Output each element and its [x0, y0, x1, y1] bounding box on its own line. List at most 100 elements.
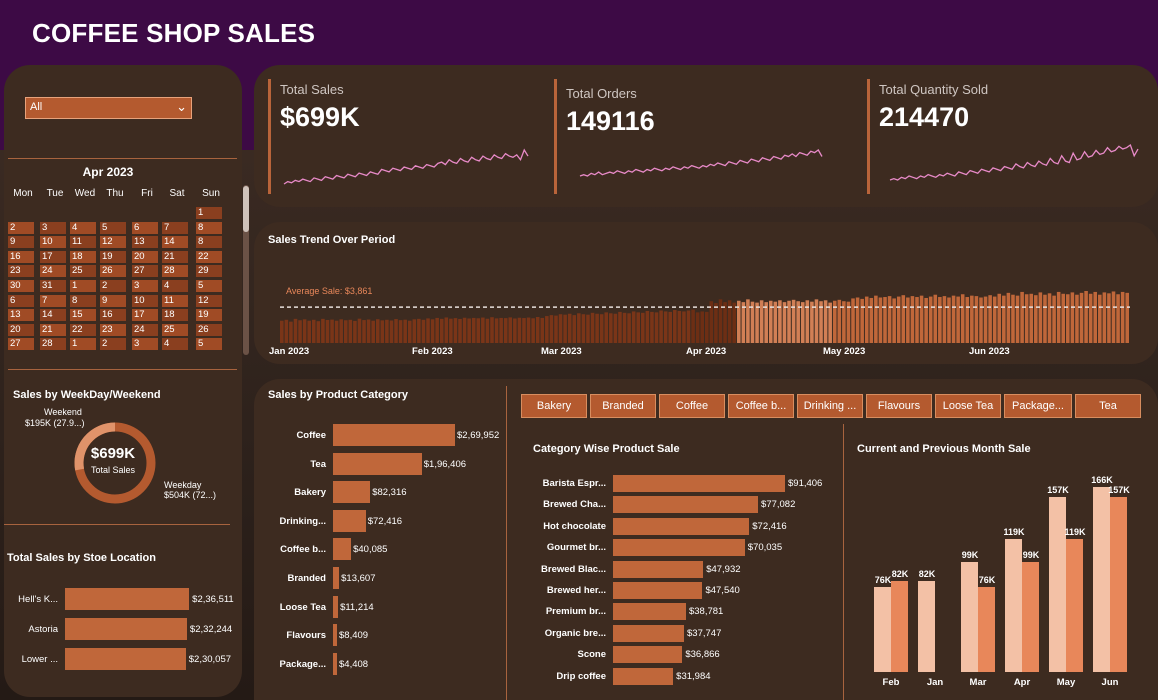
calendar-day[interactable]: 3 — [40, 221, 66, 234]
product-tab[interactable]: Tea — [1075, 394, 1141, 418]
category-product-bar — [613, 582, 703, 599]
calendar-day[interactable]: 16 — [8, 250, 34, 263]
calendar-day[interactable]: 20 — [132, 250, 158, 263]
calendar-day[interactable]: 5 — [100, 221, 126, 234]
calendar-day[interactable]: 9 — [8, 236, 34, 249]
calendar-day[interactable]: 27 — [132, 265, 158, 278]
calendar-day[interactable]: 7 — [40, 294, 66, 307]
calendar-day[interactable]: 18 — [70, 250, 96, 263]
month-curr-value: 119K — [1064, 527, 1086, 538]
calendar-day[interactable]: 9 — [100, 294, 126, 307]
product-tab[interactable]: Coffee — [659, 394, 725, 418]
calendar-day[interactable]: 22 — [196, 250, 222, 263]
calendar-day[interactable]: 8 — [196, 236, 222, 249]
trend-bar — [1056, 291, 1061, 343]
calendar-day[interactable]: 11 — [70, 236, 96, 249]
trend-bar — [983, 296, 988, 343]
calendar-day[interactable]: 24 — [40, 265, 66, 278]
month-curr-bar — [978, 587, 995, 672]
store-label: Hell's K... — [18, 594, 58, 605]
calendar-day[interactable]: 24 — [132, 323, 158, 336]
calendar-day[interactable]: 2 — [8, 221, 34, 234]
calendar-day[interactable]: 25 — [70, 265, 96, 278]
trend-bar — [764, 302, 768, 343]
calendar-day[interactable]: 23 — [100, 323, 126, 336]
product-tab[interactable]: Drinking ... — [797, 394, 863, 418]
calendar-day[interactable]: 4 — [162, 280, 188, 292]
trend-bar — [362, 320, 366, 343]
calendar-day[interactable]: 26 — [196, 323, 222, 336]
calendar-day[interactable]: 16 — [100, 309, 126, 322]
trend-bar — [325, 319, 330, 343]
category-product-label: Drip coffee — [556, 670, 606, 682]
calendar-day[interactable]: 10 — [132, 294, 158, 307]
calendar-day[interactable]: 28 — [40, 338, 66, 351]
calendar-day[interactable]: 5 — [196, 338, 222, 351]
product-tab[interactable]: Flavours — [866, 394, 932, 418]
calendar-day[interactable]: 13 — [8, 309, 34, 322]
calendar-day[interactable]: 19 — [196, 309, 222, 322]
calendar-day[interactable]: 23 — [8, 265, 34, 278]
calendar-day[interactable]: 13 — [132, 236, 158, 249]
trend-bar — [485, 318, 490, 343]
store-location-title: Total Sales by Stoe Location — [7, 552, 156, 564]
calendar-day[interactable]: 15 — [70, 309, 96, 322]
trend-bar — [800, 302, 805, 343]
calendar-day[interactable]: 14 — [162, 236, 188, 249]
trend-bar — [330, 319, 334, 343]
calendar-day[interactable]: 14 — [40, 309, 66, 322]
product-tab[interactable]: Bakery — [521, 394, 587, 418]
product-tab[interactable]: Package... — [1004, 394, 1072, 418]
calendar-day[interactable]: 8 — [70, 294, 96, 307]
calendar-day[interactable]: 22 — [70, 323, 96, 336]
calendar-day[interactable]: 3 — [132, 338, 158, 351]
trend-bar — [599, 314, 604, 343]
trend-bar — [974, 296, 979, 343]
product-tab[interactable]: Coffee b... — [728, 394, 794, 418]
calendar-day[interactable]: 18 — [162, 309, 188, 322]
calendar-day[interactable]: 7 — [162, 221, 188, 234]
trend-bar — [1111, 291, 1116, 343]
calendar-day[interactable]: 17 — [132, 309, 158, 322]
calendar-day[interactable]: 2 — [100, 280, 126, 292]
category-product-value: $91,406 — [788, 478, 823, 489]
calendar-day[interactable]: 2 — [100, 338, 126, 351]
product-category-label: Drinking... — [279, 515, 326, 527]
calendar-day[interactable]: 31 — [40, 280, 66, 292]
calendar-day[interactable]: 11 — [162, 294, 188, 307]
calendar-day[interactable]: 17 — [40, 250, 66, 263]
calendar-day[interactable]: 27 — [8, 338, 34, 351]
calendar-day[interactable]: 12 — [196, 294, 222, 307]
calendar-day[interactable]: 4 — [162, 338, 188, 351]
calendar-day[interactable]: 6 — [132, 221, 158, 234]
calendar-day[interactable]: 1 — [70, 338, 96, 351]
calendar-day[interactable]: 25 — [162, 323, 188, 336]
calendar-day[interactable]: 6 — [8, 294, 34, 307]
calendar-day[interactable]: 3 — [132, 280, 158, 292]
calendar-day[interactable]: 4 — [70, 221, 96, 234]
calendar-day[interactable]: 1 — [196, 207, 222, 219]
calendar-day[interactable]: 10 — [40, 236, 66, 249]
calendar-day[interactable]: 21 — [162, 250, 188, 263]
month-curr-value: 82K — [891, 568, 909, 579]
category-product-bar — [613, 517, 750, 535]
product-category-value: $11,214 — [340, 601, 374, 613]
calendar-day[interactable]: 30 — [8, 280, 34, 292]
calendar-day[interactable]: 26 — [100, 265, 126, 278]
calendar-day[interactable]: 19 — [100, 250, 126, 263]
product-tab[interactable]: Loose Tea — [935, 394, 1001, 418]
calendar-day[interactable]: 5 — [196, 280, 222, 292]
trend-bar — [860, 298, 864, 343]
calendar-day[interactable]: 1 — [70, 280, 96, 292]
calendar-day[interactable]: 28 — [162, 265, 188, 278]
trend-bar — [1015, 295, 1020, 343]
calendar-day[interactable]: 8 — [196, 221, 222, 234]
product-tab[interactable]: Branded — [590, 394, 656, 418]
calendar-day[interactable]: 29 — [196, 265, 222, 278]
calendar-day[interactable]: 21 — [40, 323, 66, 336]
calendar-day[interactable]: 12 — [100, 236, 126, 249]
calendar-day[interactable]: 20 — [8, 323, 34, 336]
trend-bar — [609, 313, 613, 343]
category-product-label: Premium br... — [545, 606, 606, 618]
trend-bar — [618, 311, 622, 343]
